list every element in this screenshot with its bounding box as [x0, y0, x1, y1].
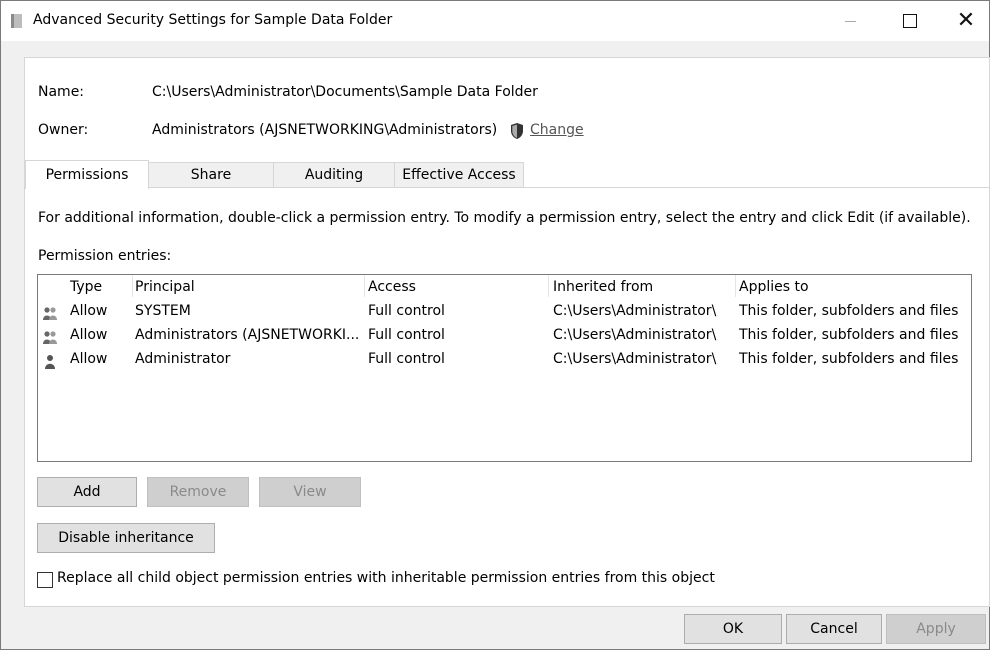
cell-type: Allow	[70, 351, 108, 367]
permission-entries-label: Permission entries:	[38, 248, 172, 264]
cell-type: Allow	[70, 327, 108, 343]
view-button[interactable]: View	[259, 477, 361, 507]
column-header-inherited-from[interactable]: Inherited from	[553, 279, 653, 295]
close-button[interactable]: ✕	[943, 1, 989, 41]
column-divider[interactable]	[735, 275, 736, 297]
group-icon	[43, 331, 57, 344]
column-divider[interactable]	[548, 275, 549, 297]
maximize-icon	[903, 14, 917, 28]
table-row[interactable]: Allow Administrator Full control C:\User…	[38, 351, 971, 375]
column-header-principal[interactable]: Principal	[135, 279, 195, 295]
owner-value: Administrators (AJSNETWORKING\Administra…	[152, 122, 498, 138]
cell-applies-to: This folder, subfolders and files	[739, 351, 959, 367]
change-link-label: Change	[530, 122, 584, 138]
replace-child-permissions-checkbox[interactable]	[37, 572, 53, 588]
permission-entries-list[interactable]: Type Principal Access Inherited from App…	[37, 274, 972, 462]
replace-child-permissions-label[interactable]: Replace all child object permission entr…	[57, 570, 715, 586]
owner-label: Owner:	[38, 122, 89, 138]
cell-principal: SYSTEM	[135, 303, 191, 319]
column-header-applies-to[interactable]: Applies to	[739, 279, 809, 295]
cell-principal: Administrator	[135, 351, 231, 367]
tab-permissions[interactable]: Permissions	[25, 160, 149, 189]
cell-applies-to: This folder, subfolders and files	[739, 327, 959, 343]
settings-panel: Name: C:\Users\Administrator\Documents\S…	[24, 57, 990, 607]
cell-inherited-from: C:\Users\Administrator\	[553, 351, 717, 367]
cell-access: Full control	[368, 303, 445, 319]
cell-access: Full control	[368, 327, 445, 343]
column-header-access[interactable]: Access	[368, 279, 416, 295]
column-divider[interactable]	[364, 275, 365, 297]
close-icon: ✕	[956, 8, 976, 33]
apply-button[interactable]: Apply	[886, 614, 986, 644]
cell-access: Full control	[368, 351, 445, 367]
tab-strip: Permissions Share Auditing Effective Acc…	[25, 160, 989, 189]
cell-inherited-from: C:\Users\Administrator\	[553, 303, 717, 319]
minimize-button[interactable]	[827, 1, 873, 41]
title-bar: Advanced Security Settings for Sample Da…	[1, 1, 989, 41]
table-row[interactable]: Allow SYSTEM Full control C:\Users\Admin…	[38, 303, 971, 327]
remove-button[interactable]: Remove	[147, 477, 249, 507]
instructions-text: For additional information, double-click…	[38, 210, 971, 226]
user-icon	[45, 355, 55, 369]
cancel-button[interactable]: Cancel	[786, 614, 882, 644]
folder-icon	[11, 14, 22, 28]
ok-button[interactable]: OK	[684, 614, 782, 644]
column-divider[interactable]	[132, 275, 133, 297]
add-button[interactable]: Add	[37, 477, 137, 507]
cell-type: Allow	[70, 303, 108, 319]
cell-inherited-from: C:\Users\Administrator\	[553, 327, 717, 343]
cell-applies-to: This folder, subfolders and files	[739, 303, 959, 319]
tab-share[interactable]: Share	[148, 162, 274, 187]
group-icon	[43, 307, 57, 320]
window-title: Advanced Security Settings for Sample Da…	[33, 12, 393, 28]
tab-effective-access[interactable]: Effective Access	[394, 162, 524, 187]
security-settings-window: Advanced Security Settings for Sample Da…	[0, 0, 990, 650]
tab-auditing[interactable]: Auditing	[273, 162, 395, 187]
column-header-type[interactable]: Type	[70, 279, 102, 295]
minimize-icon	[844, 20, 856, 22]
change-owner-link[interactable]: Change	[530, 122, 584, 138]
table-row[interactable]: Allow Administrators (AJSNETWORKI... Ful…	[38, 327, 971, 351]
disable-inheritance-button[interactable]: Disable inheritance	[37, 523, 215, 553]
cell-principal: Administrators (AJSNETWORKI...	[135, 327, 360, 343]
name-value: C:\Users\Administrator\Documents\Sample …	[152, 84, 538, 100]
maximize-button[interactable]	[887, 1, 933, 41]
name-label: Name:	[38, 84, 85, 100]
shield-icon	[511, 123, 523, 139]
